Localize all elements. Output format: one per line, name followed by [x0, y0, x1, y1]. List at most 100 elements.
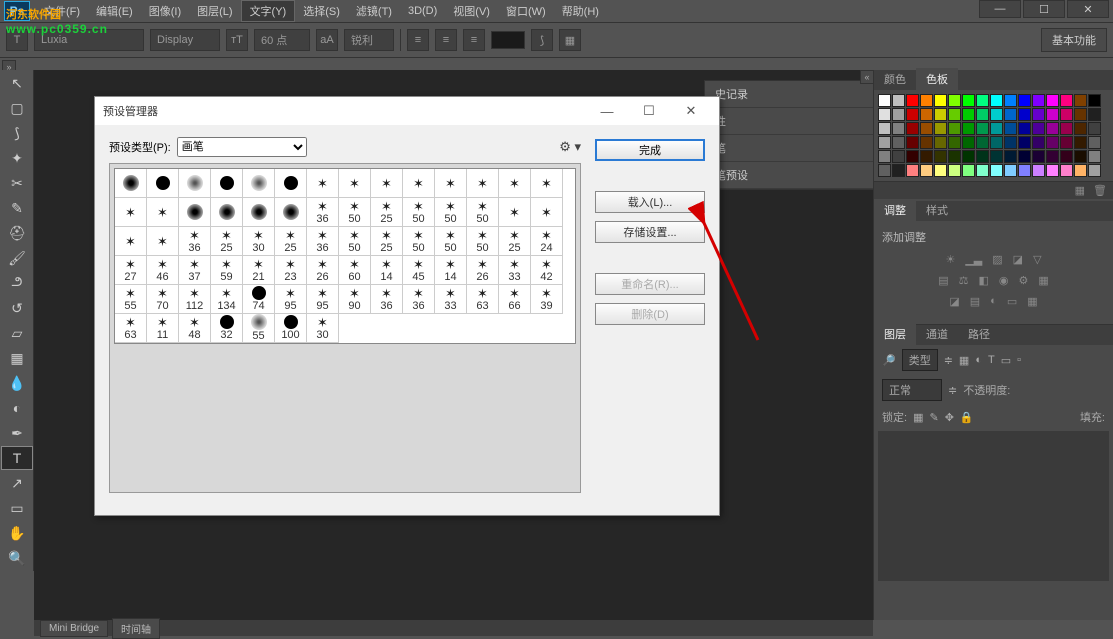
brush-preset-list[interactable]: ✶✶✶✶✶✶✶✶✶✶✶36✶50✶25✶50✶50✶50✶✶✶✶✶36✶25✶3…: [109, 163, 581, 493]
lock-pixels-icon[interactable]: ✎: [929, 411, 938, 424]
swatch-color[interactable]: [962, 108, 975, 121]
dialog-minimize[interactable]: —: [587, 100, 627, 122]
menu-view[interactable]: 视图(V): [445, 1, 498, 21]
brush-preset-cell[interactable]: ✶21: [243, 256, 275, 285]
font-size-select[interactable]: 60 点: [254, 29, 310, 51]
swatch-color[interactable]: [1018, 150, 1031, 163]
brush-preset-cell[interactable]: ✶26: [307, 256, 339, 285]
brush-preset-cell[interactable]: ✶36: [307, 198, 339, 227]
tool-eyedropper[interactable]: ✎: [1, 196, 33, 220]
swatch-color[interactable]: [962, 136, 975, 149]
swatch-color[interactable]: [948, 150, 961, 163]
swatch-color[interactable]: [1018, 122, 1031, 135]
brush-preset-cell[interactable]: ✶: [307, 169, 339, 198]
menu-3d[interactable]: 3D(D): [400, 3, 445, 19]
swatch-color[interactable]: [1046, 136, 1059, 149]
menu-select[interactable]: 选择(S): [295, 1, 348, 21]
brush-preset-cell[interactable]: ✶: [403, 169, 435, 198]
brush-preset-cell[interactable]: 74: [243, 285, 275, 314]
workspace-switch-button[interactable]: 基本功能: [1041, 28, 1107, 52]
brush-preset-cell[interactable]: ✶25: [499, 227, 531, 256]
load-button[interactable]: 载入(L)...: [595, 191, 705, 213]
brush-preset-cell[interactable]: ✶90: [339, 285, 371, 314]
brush-preset-cell[interactable]: [243, 169, 275, 198]
font-family-select[interactable]: Luxia: [34, 29, 144, 51]
swatch-color[interactable]: [990, 94, 1003, 107]
threshold-icon[interactable]: ◐: [990, 295, 997, 308]
swatch-color[interactable]: [1032, 136, 1045, 149]
brush-preset-cell[interactable]: [179, 169, 211, 198]
swatch-color[interactable]: [1060, 94, 1073, 107]
brush-preset-cell[interactable]: [211, 169, 243, 198]
brush-preset-cell[interactable]: ✶134: [211, 285, 243, 314]
swatch-color[interactable]: [920, 164, 933, 177]
tool-crop[interactable]: ✂: [1, 171, 33, 195]
swatch-color[interactable]: [1046, 164, 1059, 177]
swatch-color[interactable]: [976, 164, 989, 177]
brush-preset-cell[interactable]: [179, 198, 211, 227]
swatch-color[interactable]: [934, 122, 947, 135]
menu-file[interactable]: 文件(F): [36, 1, 88, 21]
tool-history-brush[interactable]: ↺: [1, 296, 33, 320]
brush-preset-cell[interactable]: ✶25: [275, 227, 307, 256]
swatch-color[interactable]: [906, 122, 919, 135]
tool-path-select[interactable]: ↗: [1, 471, 33, 495]
swatch-color[interactable]: [1018, 164, 1031, 177]
filter-type-icon[interactable]: T: [988, 354, 995, 366]
brush-preset-cell[interactable]: ✶11: [147, 314, 179, 343]
swatch-color[interactable]: [1074, 108, 1087, 121]
swatch-color[interactable]: [934, 136, 947, 149]
tool-brush[interactable]: 🖌: [1, 246, 33, 270]
brush-preset-cell[interactable]: ✶: [531, 169, 563, 198]
brush-preset-cell[interactable]: ✶36: [371, 285, 403, 314]
font-style-select[interactable]: Display: [150, 29, 220, 51]
exposure-icon[interactable]: ◪: [1013, 253, 1023, 266]
swatch-color[interactable]: [1004, 94, 1017, 107]
brush-preset-cell[interactable]: ✶50: [339, 198, 371, 227]
brightness-icon[interactable]: ☀: [945, 253, 955, 266]
brush-preset-cell[interactable]: ✶33: [435, 285, 467, 314]
swatch-color[interactable]: [1060, 164, 1073, 177]
adjustments-tab[interactable]: 调整: [874, 199, 916, 221]
filter-kind-select[interactable]: 类型: [902, 349, 938, 371]
tool-dodge[interactable]: ◐: [1, 396, 33, 420]
swatch-color[interactable]: [948, 108, 961, 121]
swatch-color[interactable]: [1032, 164, 1045, 177]
brush-preset-cell[interactable]: ✶36: [403, 285, 435, 314]
menu-help[interactable]: 帮助(H): [554, 1, 607, 21]
swatches-grid[interactable]: [874, 90, 1113, 181]
brush-preset-cell[interactable]: ✶25: [371, 198, 403, 227]
brush-preset-cell[interactable]: ✶59: [211, 256, 243, 285]
brush-preset-cell[interactable]: ✶30: [307, 314, 339, 343]
brush-preset-cell[interactable]: ✶: [115, 198, 147, 227]
swatch-color[interactable]: [1046, 150, 1059, 163]
swatch-color[interactable]: [976, 150, 989, 163]
brush-preset-cell[interactable]: ✶36: [307, 227, 339, 256]
tool-patch[interactable]: ⛑: [1, 221, 33, 245]
brush-preset-cell[interactable]: ✶14: [435, 256, 467, 285]
tool-hand[interactable]: ✋: [1, 521, 33, 545]
swatch-color[interactable]: [892, 94, 905, 107]
brush-preset-cell[interactable]: [275, 169, 307, 198]
vibrance-icon[interactable]: ▽: [1033, 253, 1041, 266]
tool-blur[interactable]: 💧: [1, 371, 33, 395]
curves-icon[interactable]: ▨: [992, 253, 1002, 266]
swatch-color[interactable]: [1018, 136, 1031, 149]
brush-preset-cell[interactable]: ✶37: [179, 256, 211, 285]
selective-icon[interactable]: ▦: [1027, 295, 1037, 308]
swatch-color[interactable]: [1032, 150, 1045, 163]
timeline-tab[interactable]: 时间轴: [112, 618, 160, 639]
swatch-color[interactable]: [1060, 108, 1073, 121]
swatch-color[interactable]: [906, 94, 919, 107]
text-color-swatch[interactable]: [491, 31, 525, 49]
tool-zoom[interactable]: 🔍: [1, 546, 33, 570]
swatch-color[interactable]: [878, 108, 891, 121]
swatch-color[interactable]: [1088, 94, 1101, 107]
type-orientation-icon[interactable]: T: [6, 29, 28, 51]
brush-preset-cell[interactable]: ✶: [147, 227, 179, 256]
swatch-color[interactable]: [878, 122, 891, 135]
swatch-color[interactable]: [1074, 136, 1087, 149]
filter-adjust-icon[interactable]: ◐: [975, 354, 982, 366]
brush-preset-cell[interactable]: ✶95: [275, 285, 307, 314]
swatch-color[interactable]: [1032, 108, 1045, 121]
